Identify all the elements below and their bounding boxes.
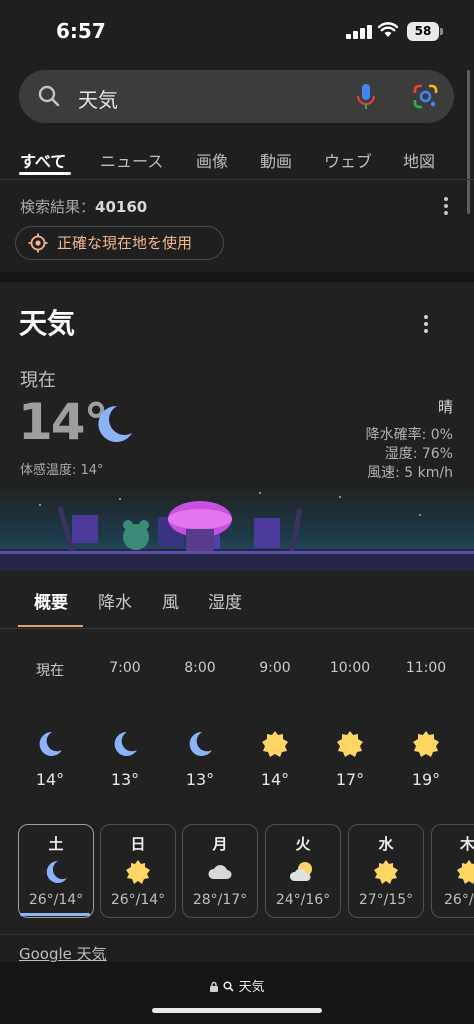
day-name: 木	[460, 835, 474, 853]
day-card[interactable]: 木 26°/1	[431, 824, 474, 918]
status-time: 6:57	[56, 19, 106, 43]
humidity-value: 湿度: 76%	[384, 446, 453, 462]
search-icon[interactable]	[37, 84, 61, 108]
sun-icon	[413, 731, 439, 757]
hour-time: 9:00	[259, 660, 291, 676]
day-card[interactable]: 水 27°/15°	[348, 824, 424, 918]
url-text: 天気	[238, 980, 265, 995]
day-name: 月	[212, 835, 228, 853]
battery-indicator: 58	[407, 22, 439, 41]
wifi-icon	[378, 22, 398, 37]
moon-icon	[39, 731, 62, 756]
sun-icon	[126, 860, 150, 884]
tab-humidity[interactable]: 湿度	[208, 588, 242, 613]
hour-time: 7:00	[109, 660, 141, 676]
day-name: 火	[295, 835, 311, 853]
lock-icon	[210, 981, 219, 992]
day-temps: 27°/15°	[358, 892, 414, 908]
day-temps: 28°/17°	[192, 892, 248, 908]
feels-like: 体感温度: 14°	[20, 463, 104, 478]
hourly-item: 11:00 19°	[396, 660, 456, 789]
hourly-item: 9:00 14°	[245, 660, 305, 789]
tab-wind[interactable]: 風	[162, 588, 179, 613]
cellular-signal-icon	[346, 25, 372, 39]
moon-icon	[114, 731, 137, 756]
weather-title: 天気	[19, 307, 76, 340]
weather-scene-illustration	[0, 485, 474, 571]
weather-more-icon[interactable]	[418, 313, 434, 335]
cloud-icon	[208, 865, 232, 879]
tab-underline	[19, 172, 71, 175]
tab-overview[interactable]: 概要	[34, 588, 68, 613]
hour-temperature: 14°	[260, 770, 290, 789]
sun-icon	[457, 860, 474, 884]
tab-images[interactable]: 画像	[196, 148, 228, 172]
hourly-item: 8:00 13°	[170, 660, 230, 789]
google-weather-link[interactable]: Google 天気	[19, 943, 107, 964]
sun-icon	[337, 731, 363, 757]
divider	[0, 628, 474, 629]
hour-time: 8:00	[184, 660, 216, 676]
tab-precipitation[interactable]: 降水	[98, 588, 132, 613]
day-name: 水	[378, 835, 394, 853]
tab-maps[interactable]: 地図	[403, 148, 435, 172]
sun-cloud-icon	[290, 862, 312, 881]
hour-time: 11:00	[405, 660, 447, 676]
precise-location-label: 正確な現在地を使用	[57, 234, 193, 252]
hour-temperature: 19°	[411, 770, 441, 789]
day-name: 日	[130, 835, 146, 853]
status-bar: 6:57 58	[0, 0, 474, 60]
results-number: 40160	[95, 198, 148, 216]
search-input[interactable]: 天気	[78, 84, 118, 113]
moon-icon	[189, 731, 212, 756]
tab-videos[interactable]: 動画	[260, 148, 292, 172]
tab-news[interactable]: ニュース	[100, 148, 163, 172]
location-target-icon	[28, 233, 48, 253]
divider	[0, 934, 474, 935]
google-lens-icon[interactable]	[412, 83, 439, 110]
tab-web[interactable]: ウェブ	[324, 148, 372, 172]
tab-all[interactable]: すべて	[20, 148, 66, 172]
subtab-underline	[18, 625, 83, 627]
hourly-item: 10:00 17°	[320, 660, 380, 789]
search-icon	[223, 981, 235, 992]
search-tabs: すべて ニュース 画像 動画 ウェブ 地図	[0, 140, 474, 180]
day-temps: 26°/14°	[28, 892, 84, 908]
now-label: 現在	[20, 370, 56, 391]
day-temps: 24°/16°	[275, 892, 331, 908]
sun-icon	[262, 731, 288, 757]
url-bar[interactable]: 天気	[0, 976, 474, 995]
hour-temperature: 13°	[110, 770, 140, 789]
day-name: 土	[48, 835, 64, 853]
battery-nub	[440, 28, 443, 35]
day-card[interactable]: 土 26°/14°	[18, 824, 94, 918]
divider	[0, 179, 474, 180]
hourly-item: 7:00 13°	[95, 660, 155, 789]
hour-temperature: 17°	[335, 770, 365, 789]
moon-icon	[46, 860, 67, 883]
sun-icon	[374, 860, 398, 884]
hourly-item: 現在 14°	[20, 660, 80, 789]
microphone-icon[interactable]	[354, 82, 378, 112]
day-card[interactable]: 日 26°/14°	[100, 824, 176, 918]
condition-text: 晴	[437, 398, 453, 416]
results-count: 検索結果：40160	[20, 196, 147, 217]
selected-day-indicator	[20, 913, 90, 916]
hour-temperature: 13°	[185, 770, 215, 789]
hour-time: 10:00	[329, 660, 371, 676]
weather-subtabs: 概要 降水 風 湿度	[0, 571, 474, 629]
home-indicator[interactable]	[152, 1008, 322, 1013]
wind-speed: 風速: 5 km/h	[367, 465, 453, 481]
day-temps: 26°/1	[444, 892, 474, 908]
results-label: 検索結果：	[20, 198, 96, 216]
hour-temperature: 14°	[35, 770, 65, 789]
moon-icon	[98, 405, 132, 442]
section-separator	[0, 272, 474, 282]
day-card[interactable]: 月 28°/17°	[182, 824, 258, 918]
precipitation-chance: 降水確率: 0%	[365, 427, 453, 443]
more-options-icon[interactable]	[438, 195, 454, 217]
day-card[interactable]: 火 24°/16°	[265, 824, 341, 918]
hour-time: 現在	[36, 663, 64, 679]
day-temps: 26°/14°	[110, 892, 166, 908]
